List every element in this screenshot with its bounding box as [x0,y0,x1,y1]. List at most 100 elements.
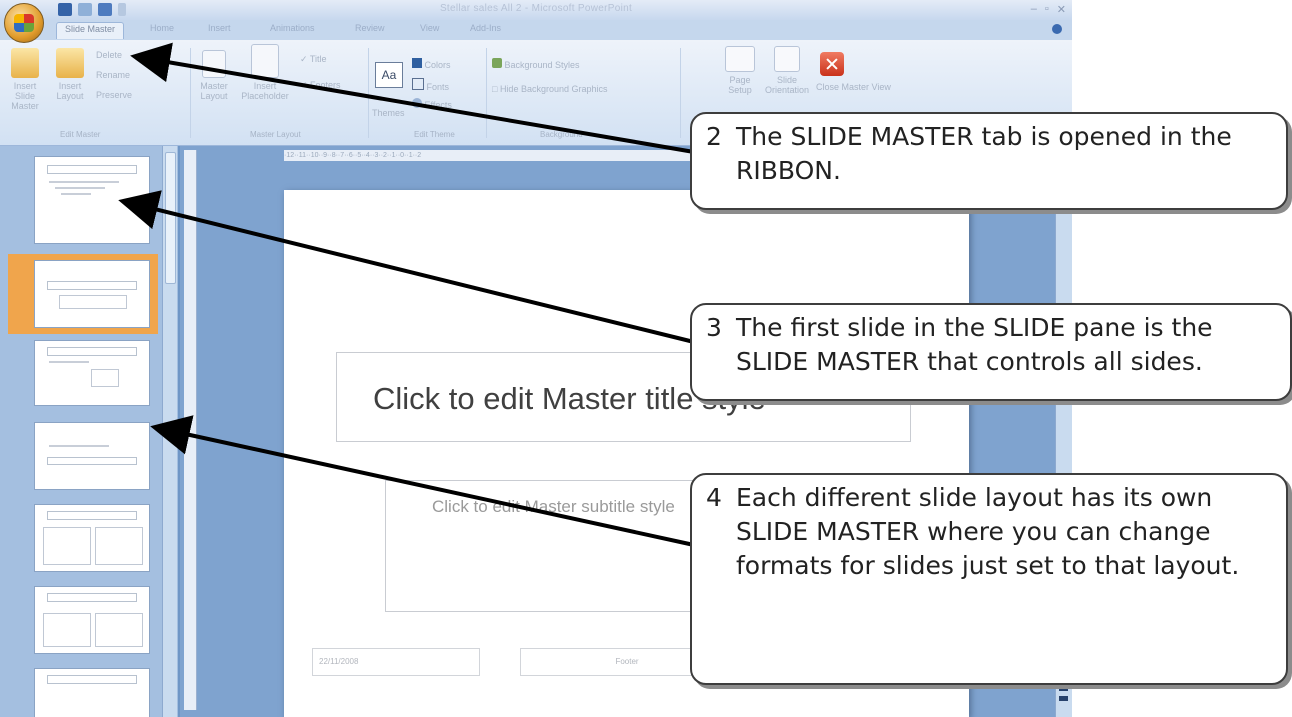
pane-scroll-thumb[interactable] [165,152,176,284]
rename-button[interactable]: Rename [96,70,130,80]
page-setup-label: Page Setup [728,75,752,95]
thumb-right-box [95,613,143,647]
title-bar: Stellar sales All 2 - Microsoft PowerPoi… [0,0,1072,20]
vertical-ruler [184,150,197,710]
group-edit-theme: Edit Theme [414,130,455,139]
insert-placeholder-button[interactable]: Insert Placeholder [236,44,294,101]
slide-master-icon [11,48,39,78]
effects-label: Effects [424,100,452,110]
callout-3-number: 3 [706,313,722,342]
thumb-content-box [91,369,119,387]
themes-button[interactable]: Aa [375,62,403,88]
effects-button[interactable]: Effects [412,98,452,110]
master-layout-label: Master Layout [200,81,228,101]
layout-thumbnail-two-content[interactable] [34,504,150,572]
ribbon-tabs: Slide Master Home Insert Animations Revi… [0,20,1072,40]
callout-3: 3 The first slide in the SLIDE pane is t… [690,303,1292,401]
thumb-title-bar [47,165,137,174]
colors-label: Colors [424,60,451,70]
callout-4: 4 Each different slide layout has its ow… [690,473,1288,685]
layout-thumbnail-section[interactable] [34,422,150,490]
fonts-label: Fonts [426,82,450,92]
insert-placeholder-label: Insert Placeholder [241,81,289,101]
title-checkbox[interactable]: ✓ Title [300,54,327,65]
master-layout-icon [202,50,226,78]
slide-orientation-button[interactable]: Slide Orientation [764,46,810,95]
page-setup-icon [725,46,755,72]
background-styles-label: Background Styles [504,60,580,70]
thumb-line [49,445,109,447]
thumb-left-box [43,527,91,565]
callout-3-text: The first slide in the SLIDE pane is the… [736,313,1213,376]
colors-icon [412,58,422,68]
insert-layout-button[interactable]: Insert Layout [50,48,90,101]
insert-slide-master-button[interactable]: Insert Slide Master [4,48,46,111]
thumb-line [49,361,89,363]
hide-background-label: Hide Background Graphics [499,84,608,94]
pane-scrollbar[interactable] [162,146,177,717]
insert-layout-label: Insert Layout [56,81,84,101]
office-button[interactable] [4,3,44,43]
delete-button[interactable]: Delete [96,50,122,60]
orientation-icon [774,46,800,72]
tab-add-ins[interactable]: Add-Ins [470,23,501,38]
callout-4-number: 4 [706,483,722,512]
close-master-view-label: Close Master View [816,82,891,92]
group-master-layout: Master Layout [250,130,301,139]
colors-button[interactable]: Colors [412,58,451,70]
tab-slide-master[interactable]: Slide Master [56,22,125,39]
fonts-button[interactable]: Fonts [412,78,449,92]
master-layout-button[interactable]: Master Layout [196,50,232,101]
tab-animations[interactable]: Animations [270,23,315,38]
close-master-view-icon[interactable] [820,52,844,76]
themes-icon: Aa [381,68,397,82]
preserve-button[interactable]: Preserve [96,90,132,100]
slide-orientation-label: Slide Orientation [764,75,810,95]
thumb-title-bar [47,675,137,684]
slide-master-thumbnail[interactable] [34,156,150,244]
tab-home[interactable]: Home [150,23,174,38]
date-placeholder[interactable]: 22/11/2008 [312,648,480,676]
tab-insert[interactable]: Insert [208,23,231,38]
help-icon[interactable] [1052,24,1062,34]
callout-2-number: 2 [706,122,722,151]
thumb-line [61,193,91,195]
minimize-icon[interactable]: – [1031,3,1037,16]
office-logo-icon [14,14,34,32]
window-controls: – ▫ ✕ [1031,3,1066,16]
callout-2-text: The SLIDE MASTER tab is opened in the RI… [736,122,1232,185]
background-styles-button[interactable]: Background Styles [492,58,580,70]
thumb-line [49,181,119,183]
page-setup-button[interactable]: Page Setup [720,46,760,95]
callout-2: 2 The SLIDE MASTER tab is opened in the … [690,112,1288,210]
group-separator [190,48,191,138]
window-title: Stellar sales All 2 - Microsoft PowerPoi… [439,3,633,14]
layout-thumbnail-comparison[interactable] [34,586,150,654]
group-separator [368,48,369,138]
close-icon[interactable]: ✕ [1057,3,1066,16]
fonts-icon [412,78,424,90]
maximize-icon[interactable]: ▫ [1045,3,1049,16]
layout-thumbnail-title[interactable] [34,260,150,328]
thumb-title-bar [47,347,137,356]
thumb-line [55,187,105,189]
slide-thumbnail-pane [0,146,178,717]
group-background: Background [540,130,583,139]
tab-review[interactable]: Review [355,23,385,38]
hide-background-checkbox[interactable]: □ Hide Background Graphics [492,84,608,94]
title-checkbox-label: Title [309,54,327,64]
layout-thumbnail-title-only[interactable] [34,668,150,717]
thumb-left-box [43,613,91,647]
insert-slide-master-label: Insert Slide Master [11,81,39,111]
thumb-title-bar [47,593,137,602]
themes-label: Themes [372,108,405,118]
next-slide-icon[interactable] [1059,696,1068,701]
tab-view[interactable]: View [420,23,439,38]
subtitle-placeholder-text: Click to edit Master subtitle style [432,497,675,516]
layout-thumbnail-content[interactable] [34,340,150,406]
footers-checkbox[interactable]: ✓ Footers [300,80,341,91]
effects-icon [412,98,422,108]
select-browse-icon[interactable] [1059,686,1068,691]
thumb-title-bar [47,511,137,520]
background-styles-icon [492,58,502,68]
